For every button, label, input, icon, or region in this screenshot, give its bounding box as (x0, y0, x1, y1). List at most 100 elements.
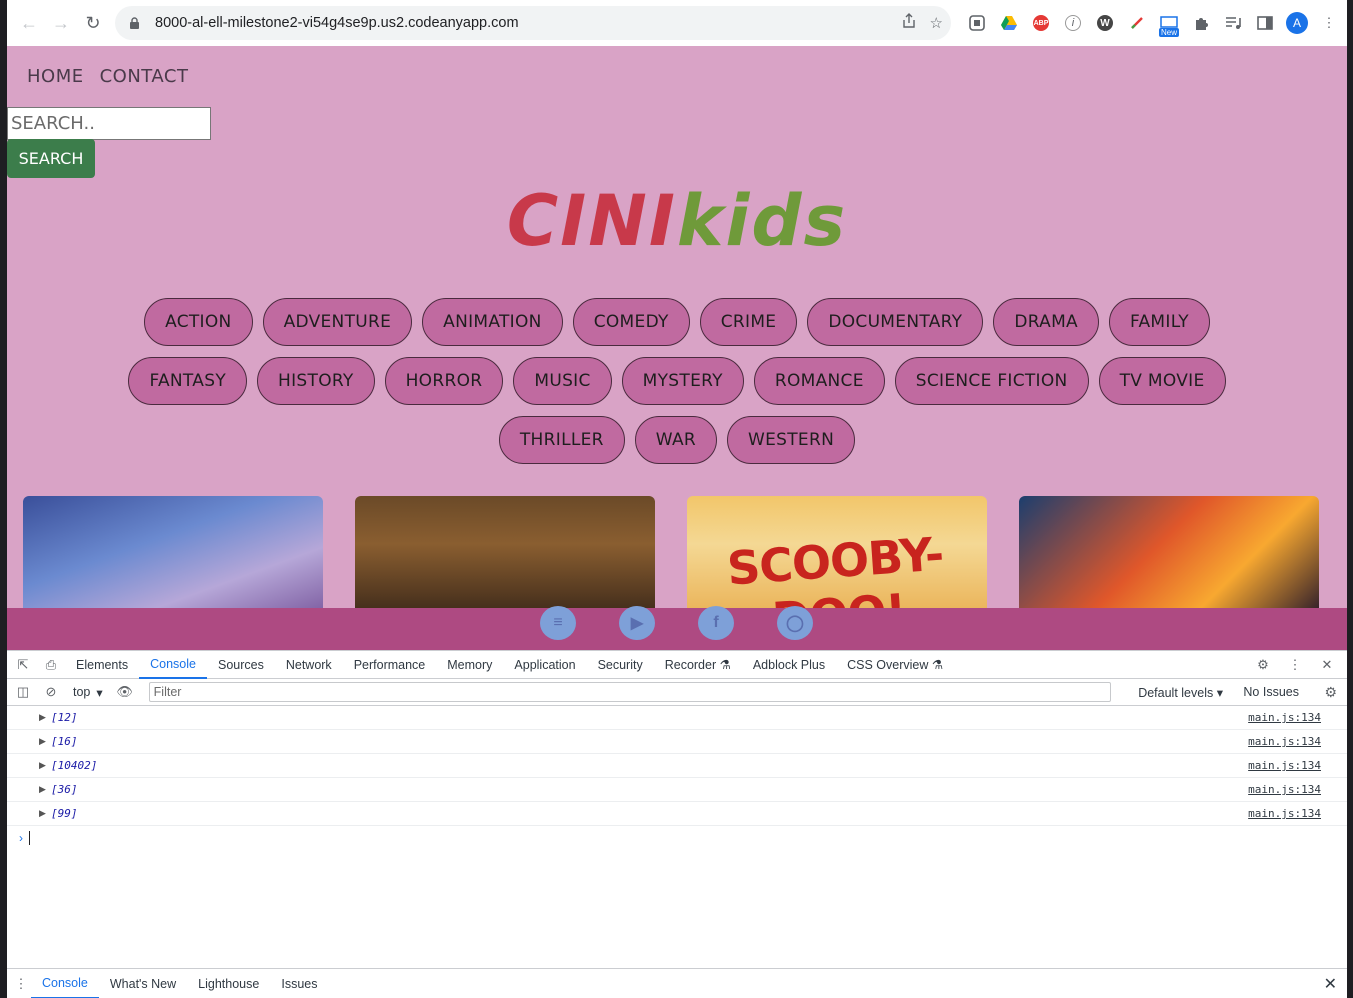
address-bar[interactable]: 8000-al-ell-milestone2-vi54g4se9p.us2.co… (115, 6, 951, 40)
expand-arrow-icon[interactable]: ▶ (39, 760, 51, 771)
log-source-link[interactable]: main.js:134 (1248, 711, 1321, 724)
search-button[interactable]: SEARCH (7, 139, 95, 178)
tab-adblock-plus[interactable]: Adblock Plus (742, 651, 836, 679)
genre-button[interactable]: TV MOVIE (1098, 357, 1226, 405)
movie-poster[interactable] (1019, 496, 1319, 608)
log-source-link[interactable]: main.js:134 (1248, 759, 1321, 772)
genre-button[interactable]: HISTORY (257, 357, 375, 405)
log-source-link[interactable]: main.js:134 (1248, 807, 1321, 820)
console-log-entry[interactable]: ▶ [12] main.js:134 (7, 706, 1347, 730)
bookmark-star-icon[interactable]: ☆ (930, 14, 943, 32)
tab-elements[interactable]: Elements (65, 651, 139, 679)
genre-button[interactable]: WAR (634, 416, 717, 464)
new-extension-icon[interactable]: New (1153, 7, 1185, 39)
genre-list: ACTION ADVENTURE ANIMATION COMEDY CRIME … (7, 298, 1347, 475)
genre-button[interactable]: DRAMA (993, 298, 1099, 346)
genre-button[interactable]: HORROR (384, 357, 504, 405)
color-picker-icon[interactable] (1121, 7, 1153, 39)
genre-button[interactable]: ACTION (144, 298, 253, 346)
genre-button[interactable]: COMEDY (572, 298, 690, 346)
nav-home-link[interactable]: HOME (27, 66, 84, 87)
wordpress-icon[interactable]: W (1089, 7, 1121, 39)
tab-performance[interactable]: Performance (343, 651, 437, 679)
sidebar-toggle-icon[interactable]: ◫ (9, 678, 37, 706)
drawer-tab-console[interactable]: Console (31, 969, 99, 998)
tab-security[interactable]: Security (587, 651, 654, 679)
log-value: [12] (51, 711, 78, 724)
genre-button[interactable]: SCIENCE FICTION (894, 357, 1089, 405)
console-settings-icon[interactable]: ⚙ (1324, 684, 1337, 701)
clear-console-icon[interactable]: ⊘ (37, 678, 65, 706)
console-log-entry[interactable]: ▶ [10402] main.js:134 (7, 754, 1347, 778)
youtube-icon[interactable]: ▶ (619, 606, 655, 640)
console-log-entry[interactable]: ▶ [36] main.js:134 (7, 778, 1347, 802)
genre-button[interactable]: MYSTERY (621, 357, 744, 405)
tab-css-overview[interactable]: CSS Overview ⚗ (836, 651, 954, 679)
drawer-tab-whats-new[interactable]: What's New (99, 969, 187, 998)
list-icon[interactable]: ≡ (540, 606, 576, 640)
more-options-icon[interactable]: ⋮ (1281, 651, 1309, 679)
genre-button[interactable]: ANIMATION (422, 298, 563, 346)
media-queue-icon[interactable] (1217, 7, 1249, 39)
issues-counter[interactable]: No Issues (1243, 685, 1299, 699)
genre-button[interactable]: WESTERN (727, 416, 856, 464)
log-levels-dropdown[interactable]: Default levels ▾ (1138, 685, 1223, 700)
settings-gear-icon[interactable]: ⚙ (1249, 651, 1277, 679)
site-logo[interactable]: CINIkids (7, 180, 1347, 262)
device-toggle-icon[interactable]: ⎙ (37, 651, 65, 679)
adblock-icon[interactable]: ABP (1025, 7, 1057, 39)
drawer-tab-lighthouse[interactable]: Lighthouse (187, 969, 270, 998)
log-source-link[interactable]: main.js:134 (1248, 783, 1321, 796)
tab-console[interactable]: Console (139, 651, 207, 679)
console-log-entry[interactable]: ▶ [16] main.js:134 (7, 730, 1347, 754)
expand-arrow-icon[interactable]: ▶ (39, 784, 51, 795)
tab-css-overview-label: CSS Overview (847, 657, 929, 672)
context-label: top (73, 685, 91, 699)
drawer-tab-issues[interactable]: Issues (270, 969, 328, 998)
back-arrow-icon[interactable]: ← (15, 9, 43, 37)
expand-arrow-icon[interactable]: ▶ (39, 712, 51, 723)
extension-grid-icon[interactable] (961, 7, 993, 39)
console-filter-input[interactable]: Filter (148, 682, 1111, 702)
search-input[interactable]: SEARCH.. (7, 107, 211, 140)
browser-menu-icon[interactable]: ⋮ (1313, 7, 1345, 39)
genre-button[interactable]: THRILLER (498, 416, 625, 464)
live-expression-eye-icon[interactable]: 👁 (111, 678, 139, 706)
info-extension-icon[interactable]: i (1057, 7, 1089, 39)
movie-poster[interactable] (23, 496, 323, 608)
tab-sources[interactable]: Sources (207, 651, 275, 679)
genre-button[interactable]: FAMILY (1108, 298, 1210, 346)
movie-poster[interactable] (355, 496, 655, 608)
log-source-link[interactable]: main.js:134 (1248, 735, 1321, 748)
genre-button[interactable]: ROMANCE (753, 357, 885, 405)
genre-button[interactable]: ADVENTURE (262, 298, 413, 346)
tab-recorder[interactable]: Recorder ⚗ (654, 651, 742, 679)
profile-avatar[interactable]: A (1281, 7, 1313, 39)
puzzle-extensions-icon[interactable] (1185, 7, 1217, 39)
movie-poster[interactable]: SCOOBY-DOO! (687, 496, 987, 608)
close-devtools-icon[interactable]: ✕ (1313, 651, 1341, 679)
instagram-icon[interactable]: ◯ (777, 606, 813, 640)
nav-contact-link[interactable]: CONTACT (100, 66, 189, 87)
expand-arrow-icon[interactable]: ▶ (39, 808, 51, 819)
genre-button[interactable]: DOCUMENTARY (807, 298, 984, 346)
tab-memory[interactable]: Memory (436, 651, 503, 679)
share-icon[interactable] (902, 13, 916, 33)
expand-arrow-icon[interactable]: ▶ (39, 736, 51, 747)
genre-button[interactable]: CRIME (699, 298, 798, 346)
drawer-menu-icon[interactable]: ⋮ (11, 970, 31, 998)
genre-button[interactable]: MUSIC (513, 357, 612, 405)
reload-icon[interactable]: ↻ (79, 9, 107, 37)
google-drive-icon[interactable] (993, 7, 1025, 39)
forward-arrow-icon[interactable]: → (47, 9, 75, 37)
genre-button[interactable]: FANTASY (128, 357, 248, 405)
inspect-element-icon[interactable]: ⇱ (9, 651, 37, 679)
facebook-icon[interactable]: f (698, 606, 734, 640)
console-prompt[interactable]: › (7, 826, 1347, 850)
console-log-entry[interactable]: ▶ [99] main.js:134 (7, 802, 1347, 826)
context-selector[interactable]: top ▾ (73, 685, 103, 700)
side-panel-icon[interactable] (1249, 7, 1281, 39)
tab-application[interactable]: Application (503, 651, 586, 679)
tab-network[interactable]: Network (275, 651, 343, 679)
close-drawer-icon[interactable]: ✕ (1324, 974, 1337, 994)
